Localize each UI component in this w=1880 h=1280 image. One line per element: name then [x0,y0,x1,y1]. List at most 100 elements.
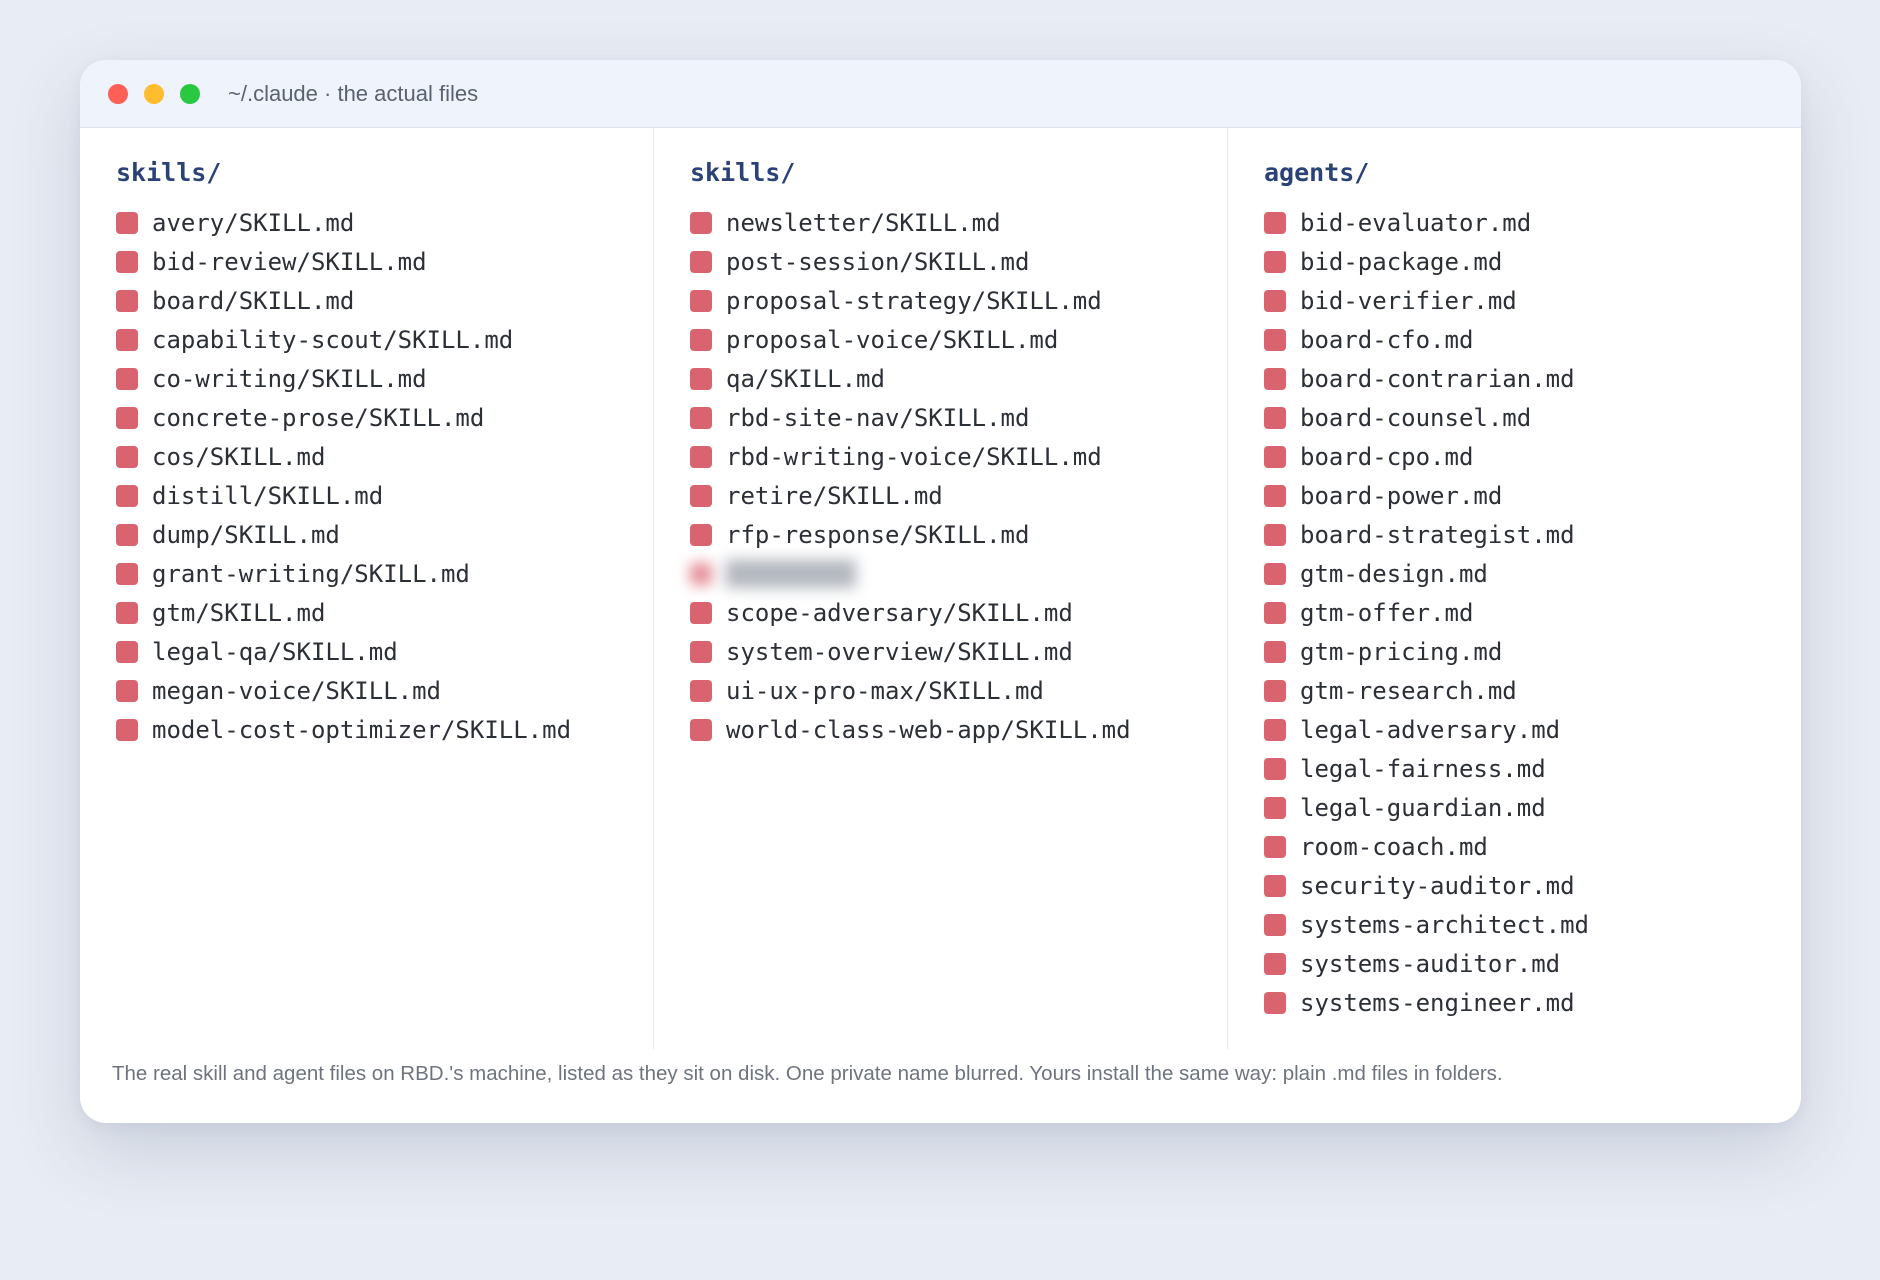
file-icon [1264,289,1286,312]
file-item-blurred[interactable]: █████████ [690,554,1227,593]
file-item[interactable]: grant-writing/SKILL.md [116,554,653,593]
file-item[interactable]: board-strategist.md [1264,515,1801,554]
file-item[interactable]: board-power.md [1264,476,1801,515]
file-icon [690,445,712,468]
file-name: avery/SKILL.md [152,208,355,237]
file-item[interactable]: post-session/SKILL.md [690,242,1227,281]
file-icon [1264,211,1286,234]
file-name: gtm-design.md [1300,559,1488,588]
file-item[interactable]: systems-engineer.md [1264,983,1801,1022]
close-window-button[interactable] [108,83,128,104]
file-icon [116,640,138,663]
file-item[interactable]: board-cfo.md [1264,320,1801,359]
file-item[interactable]: megan-voice/SKILL.md [116,671,653,710]
file-name: bid-package.md [1300,247,1503,276]
file-item[interactable]: qa/SKILL.md [690,359,1227,398]
file-item[interactable]: gtm-design.md [1264,554,1801,593]
file-name: legal-guardian.md [1300,793,1546,822]
file-item[interactable]: cos/SKILL.md [116,437,653,476]
file-item[interactable]: systems-architect.md [1264,905,1801,944]
file-item[interactable]: rfp-response/SKILL.md [690,515,1227,554]
file-item[interactable]: system-overview/SKILL.md [690,632,1227,671]
file-icon [1264,796,1286,819]
file-list: bid-evaluator.md bid-package.md bid-verifi… [1264,203,1801,1022]
file-item[interactable]: avery/SKILL.md [116,203,653,242]
file-icon [690,718,712,741]
column-skills-2: skills/ newsletter/SKILL.md post-session/… [654,128,1228,1049]
file-item[interactable]: legal-qa/SKILL.md [116,632,653,671]
window-title: ~/.claude · the actual files [228,80,479,106]
file-item[interactable]: proposal-strategy/SKILL.md [690,281,1227,320]
file-icon [116,367,138,390]
file-item[interactable]: systems-auditor.md [1264,944,1801,983]
file-item[interactable]: room-coach.md [1264,827,1801,866]
file-item[interactable]: retire/SKILL.md [690,476,1227,515]
file-name: retire/SKILL.md [726,481,943,510]
file-icon [690,562,712,585]
file-item[interactable]: gtm/SKILL.md [116,593,653,632]
file-item[interactable]: ui-ux-pro-max/SKILL.md [690,671,1227,710]
file-icon [1264,952,1286,975]
file-name: newsletter/SKILL.md [726,208,1001,237]
file-item[interactable]: security-auditor.md [1264,866,1801,905]
file-icon [116,679,138,702]
file-item[interactable]: board-cpo.md [1264,437,1801,476]
file-icon [1264,991,1286,1014]
file-name: capability-scout/SKILL.md [152,325,514,354]
file-icon [1264,640,1286,663]
file-item[interactable]: co-writing/SKILL.md [116,359,653,398]
file-icon [690,406,712,429]
file-icon [1264,757,1286,780]
file-icon [1264,835,1286,858]
file-item[interactable]: gtm-offer.md [1264,593,1801,632]
file-item[interactable]: world-class-web-app/SKILL.md [690,710,1227,749]
file-name: board-counsel.md [1300,403,1532,432]
file-name: proposal-voice/SKILL.md [726,325,1059,354]
file-item[interactable]: model-cost-optimizer/SKILL.md [116,710,653,749]
file-item[interactable]: gtm-pricing.md [1264,632,1801,671]
file-name: security-auditor.md [1300,871,1575,900]
file-item[interactable]: legal-fairness.md [1264,749,1801,788]
file-name: systems-engineer.md [1300,988,1575,1017]
file-icon [690,679,712,702]
maximize-window-button[interactable] [180,83,200,104]
file-item[interactable]: rbd-writing-voice/SKILL.md [690,437,1227,476]
file-name: legal-adversary.md [1300,715,1561,744]
file-item[interactable]: gtm-research.md [1264,671,1801,710]
file-item[interactable]: bid-verifier.md [1264,281,1801,320]
file-item[interactable]: legal-adversary.md [1264,710,1801,749]
minimize-window-button[interactable] [144,83,164,104]
file-item[interactable]: bid-review/SKILL.md [116,242,653,281]
file-name: gtm-pricing.md [1300,637,1503,666]
column-heading: skills/ [690,158,796,187]
file-item[interactable]: bid-evaluator.md [1264,203,1801,242]
file-item[interactable]: bid-package.md [1264,242,1801,281]
file-icon [690,289,712,312]
file-name: systems-auditor.md [1300,949,1561,978]
file-item[interactable]: dump/SKILL.md [116,515,653,554]
file-name: gtm-research.md [1300,676,1517,705]
file-item[interactable]: newsletter/SKILL.md [690,203,1227,242]
file-item[interactable]: distill/SKILL.md [116,476,653,515]
file-item[interactable]: concrete-prose/SKILL.md [116,398,653,437]
file-item[interactable]: board-counsel.md [1264,398,1801,437]
column-agents: agents/ bid-evaluator.md bid-package.md bi… [1228,128,1801,1049]
file-name: board/SKILL.md [152,286,355,315]
file-name: gtm/SKILL.md [152,598,326,627]
file-icon [1264,562,1286,585]
file-icon [690,601,712,624]
file-item[interactable]: rbd-site-nav/SKILL.md [690,398,1227,437]
file-icon [1264,406,1286,429]
file-item[interactable]: board/SKILL.md [116,281,653,320]
file-name: legal-fairness.md [1300,754,1546,783]
file-item[interactable]: capability-scout/SKILL.md [116,320,653,359]
file-list: avery/SKILL.md bid-review/SKILL.md board/S… [116,203,653,749]
file-icon [116,289,138,312]
file-item[interactable]: legal-guardian.md [1264,788,1801,827]
file-icon [116,445,138,468]
file-item[interactable]: scope-adversary/SKILL.md [690,593,1227,632]
file-item[interactable]: proposal-voice/SKILL.md [690,320,1227,359]
file-item[interactable]: board-contrarian.md [1264,359,1801,398]
file-name: systems-architect.md [1300,910,1589,939]
file-icon [690,484,712,507]
